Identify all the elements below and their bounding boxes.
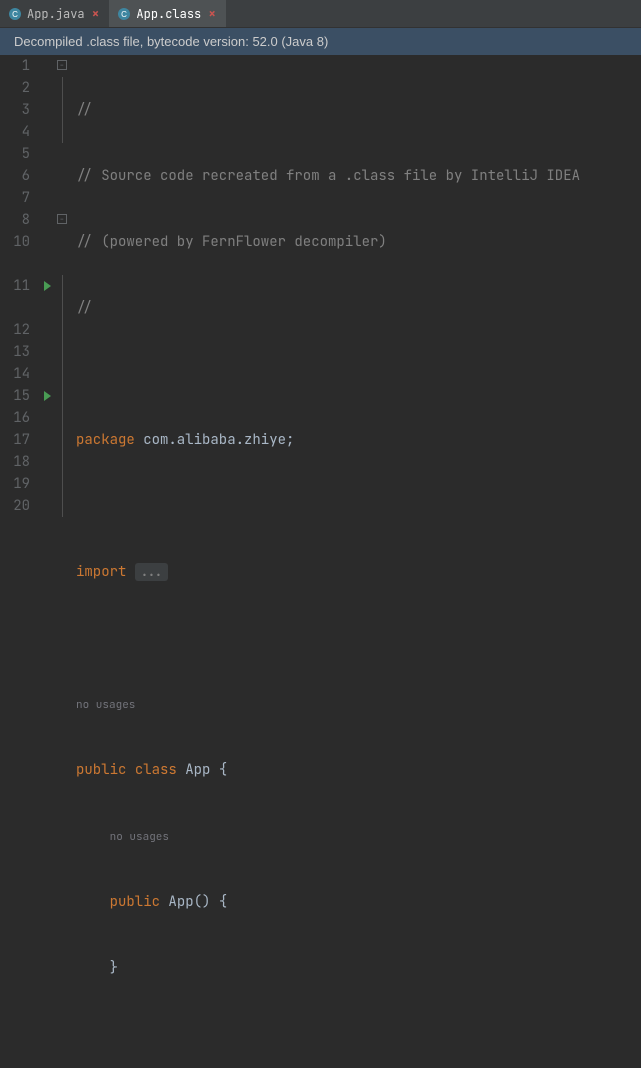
fold-toggle-icon[interactable]: − xyxy=(57,214,67,224)
code-text: // (powered by FernFlower decompiler) xyxy=(76,233,387,251)
code-text: // xyxy=(76,101,93,119)
code-text: import xyxy=(76,563,135,581)
tab-app-class[interactable]: C App.class × xyxy=(109,0,226,27)
run-gutter-icon[interactable] xyxy=(44,281,51,291)
folded-region[interactable]: ... xyxy=(135,563,168,581)
editor-tabs: C App.java × C App.class × xyxy=(0,0,641,28)
fold-toggle-icon[interactable]: − xyxy=(57,60,67,70)
svg-text:C: C xyxy=(122,10,128,19)
close-icon[interactable]: × xyxy=(206,5,218,22)
tab-app-java[interactable]: C App.java × xyxy=(0,0,109,27)
run-marker-gutter xyxy=(38,55,56,531)
usage-hint[interactable]: no usages xyxy=(110,830,169,844)
tab-label: App.class xyxy=(136,6,201,22)
code-text: // xyxy=(76,299,93,317)
class-file-icon: C xyxy=(117,7,131,21)
code-editor[interactable]: 1 2 3 4 5 6 7 8 10 11 12 13 14 15 16 17 … xyxy=(0,55,641,531)
usage-hint[interactable]: no usages xyxy=(76,698,135,712)
tab-label: App.java xyxy=(27,6,85,22)
line-number-gutter: 1 2 3 4 5 6 7 8 10 11 12 13 14 15 16 17 … xyxy=(0,55,38,531)
code-text: // Source code recreated from a .class f… xyxy=(76,167,580,185)
close-icon[interactable]: × xyxy=(90,5,102,22)
fold-gutter: − − xyxy=(56,55,70,531)
code-area[interactable]: // // Source code recreated from a .clas… xyxy=(70,55,641,531)
decompiled-banner: Decompiled .class file, bytecode version… xyxy=(0,28,641,55)
run-gutter-icon[interactable] xyxy=(44,391,51,401)
code-text: package xyxy=(76,431,143,449)
svg-text:C: C xyxy=(12,10,18,19)
java-file-icon: C xyxy=(8,7,22,21)
